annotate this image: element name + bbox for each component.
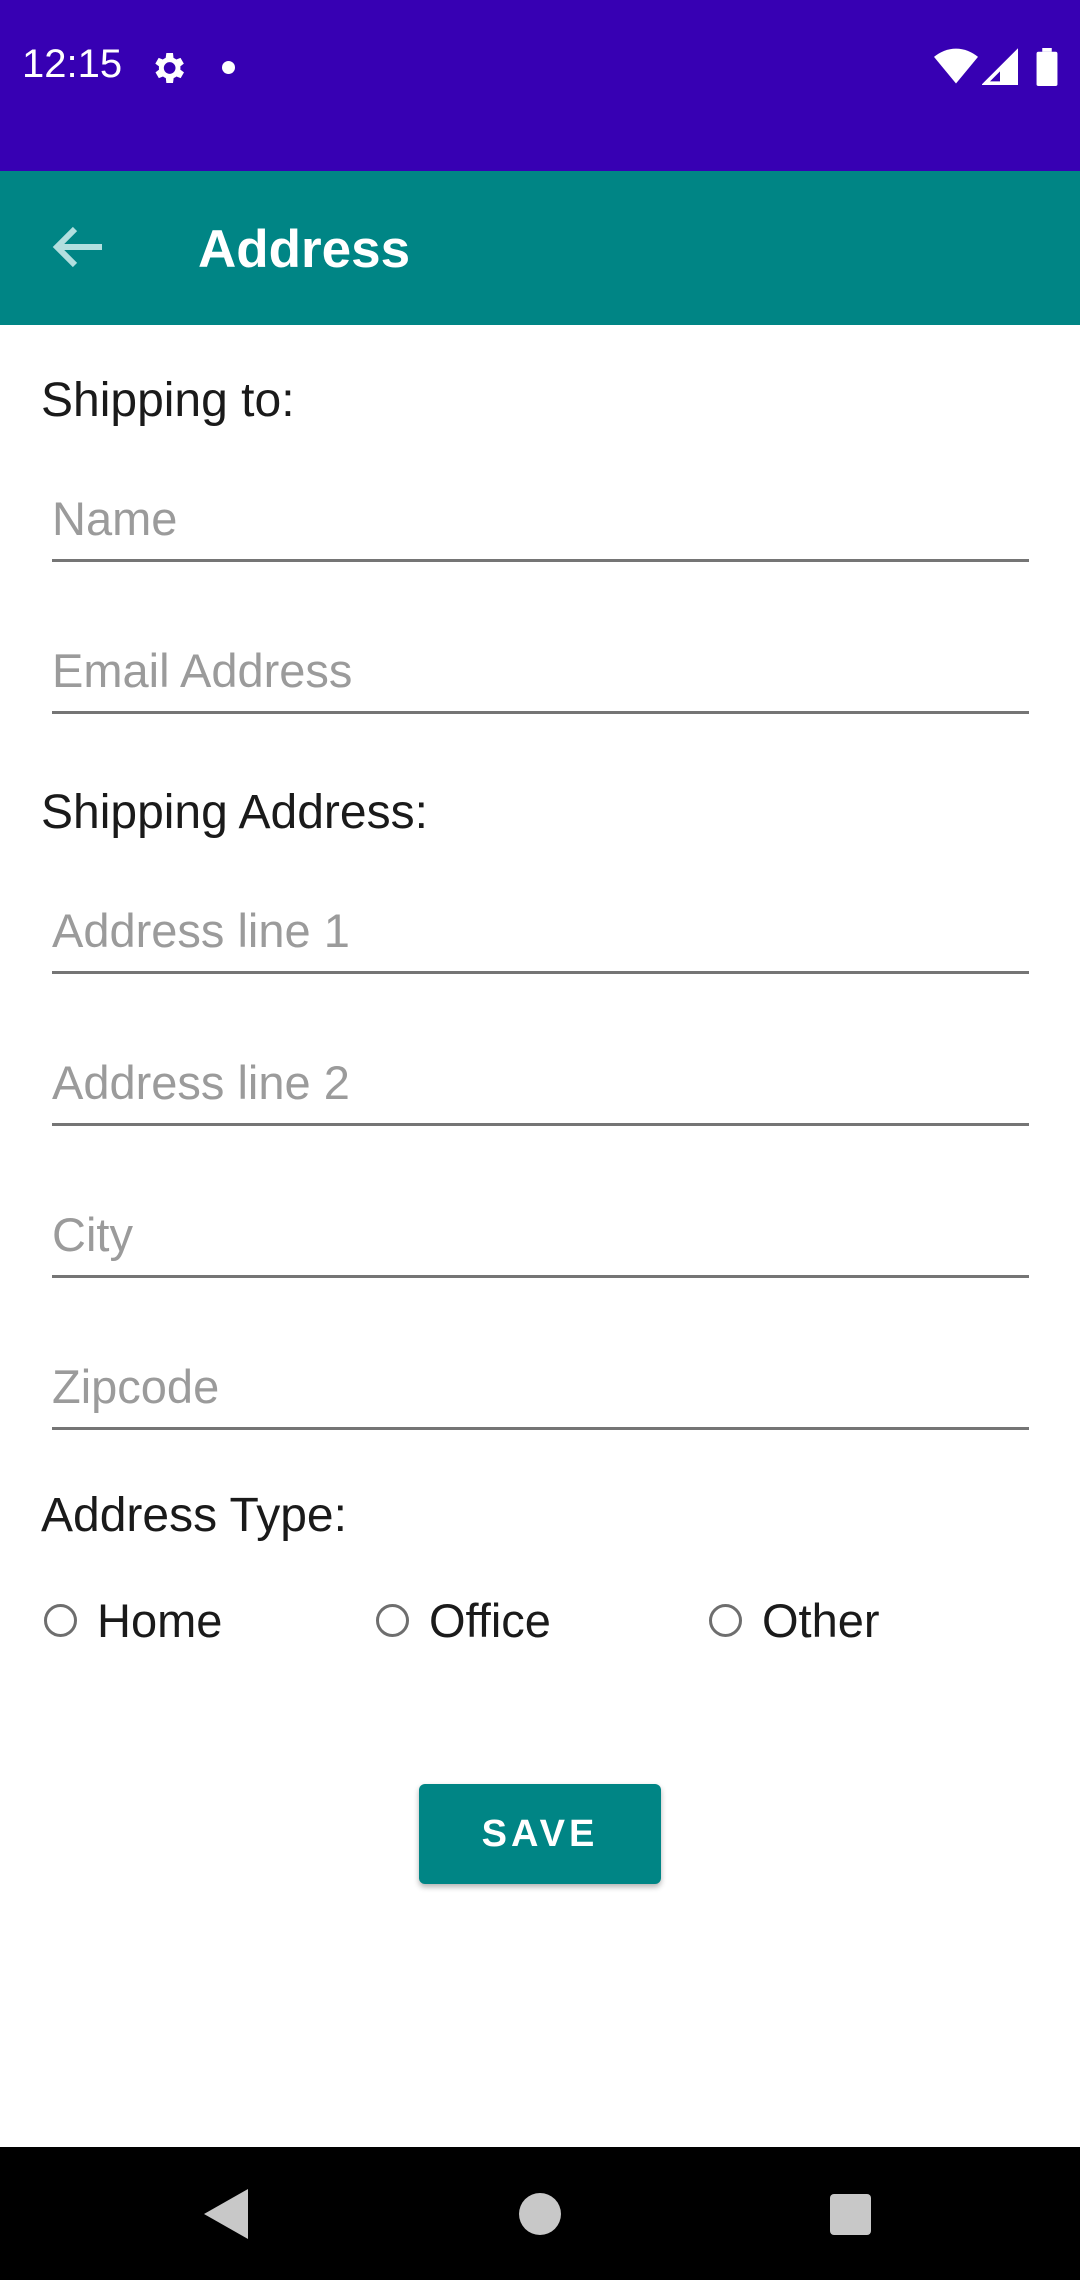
zipcode-input[interactable]: [52, 1338, 1029, 1427]
address-screen: 12:15 Address Shipping to: Shipping Addr…: [0, 0, 1080, 2280]
email-input[interactable]: [52, 622, 1029, 711]
city-input[interactable]: [52, 1186, 1029, 1275]
gear-icon: [155, 53, 184, 83]
address-line1-field[interactable]: [52, 882, 1029, 974]
shipping-to-label: Shipping to:: [41, 374, 295, 427]
app-bar: Address: [0, 171, 1080, 325]
name-field[interactable]: [52, 470, 1029, 562]
address-line2-field[interactable]: [52, 1034, 1029, 1126]
radio-other-label[interactable]: Other: [762, 1593, 880, 1648]
radio-circle-icon[interactable]: [709, 1603, 742, 1637]
radio-circle-icon[interactable]: [44, 1603, 77, 1637]
radio-circle-icon[interactable]: [376, 1603, 409, 1637]
notification-dot-icon: [222, 61, 235, 74]
email-field[interactable]: [52, 622, 1029, 714]
radio-office-label[interactable]: Office: [429, 1593, 551, 1648]
radio-home-label[interactable]: Home: [97, 1593, 222, 1648]
radio-office[interactable]: Office: [376, 1590, 551, 1650]
address-line1-input[interactable]: [52, 882, 1029, 971]
zipcode-field[interactable]: [52, 1338, 1029, 1430]
name-input[interactable]: [52, 470, 1029, 559]
address-type-label: Address Type:: [41, 1489, 347, 1542]
radio-other[interactable]: Other: [709, 1590, 880, 1650]
back-arrow-icon[interactable]: [42, 211, 114, 283]
shipping-address-label: Shipping Address:: [41, 786, 428, 839]
navigation-bar: [0, 2147, 1080, 2280]
status-time: 12:15: [22, 42, 123, 86]
nav-back-icon[interactable]: [204, 2189, 248, 2239]
wifi-icon: [934, 48, 978, 84]
nav-home-icon[interactable]: [519, 2193, 561, 2235]
status-bar: 12:15: [0, 0, 1080, 171]
radio-home[interactable]: Home: [44, 1590, 222, 1650]
page-title: Address: [198, 220, 411, 279]
battery-icon: [1036, 48, 1058, 86]
city-field[interactable]: [52, 1186, 1029, 1278]
nav-recents-icon[interactable]: [830, 2194, 871, 2235]
save-button[interactable]: SAVE: [419, 1784, 661, 1884]
signal-icon: [982, 48, 1018, 85]
address-line2-input[interactable]: [52, 1034, 1029, 1123]
